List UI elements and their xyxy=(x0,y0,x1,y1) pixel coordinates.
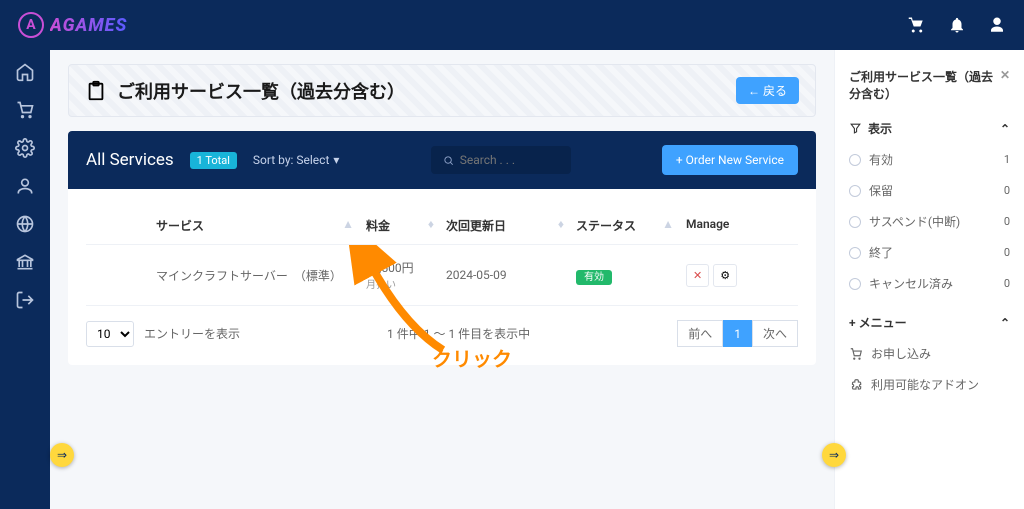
cell-status: 有効 xyxy=(576,268,686,283)
topbar: A AGAMES xyxy=(0,0,1024,50)
toolbar-title: All Services xyxy=(86,150,174,170)
filter-terminated[interactable]: 終了0 xyxy=(849,244,1010,261)
home-icon[interactable] xyxy=(15,62,35,82)
panel-title-row: ご利用サービス一覧（過去分含む） ✕ xyxy=(849,68,1010,102)
bank-icon[interactable] xyxy=(15,252,35,272)
table-header: サービス▲ 料金♦ 次回更新日♦ ステータス▲ Manage xyxy=(86,207,798,245)
globe-icon[interactable] xyxy=(15,214,35,234)
pagination: 前へ 1 次へ xyxy=(677,320,798,347)
back-button[interactable]: ← 戻る xyxy=(736,77,799,104)
brand-logo[interactable]: A AGAMES xyxy=(18,12,127,38)
table-row[interactable]: マインクラフトサーバー （標準） ¥2,500円 月払い 2024-05-09 … xyxy=(86,245,798,306)
filter-active[interactable]: 有効1 xyxy=(849,151,1010,168)
main-content: ご利用サービス一覧（過去分含む） ← 戻る All Services 1 Tot… xyxy=(50,50,834,509)
filter-icon xyxy=(849,122,862,135)
entries-select[interactable]: 10 xyxy=(86,321,134,347)
panel-title: ご利用サービス一覧（過去分含む） xyxy=(849,68,1000,102)
filter-pending[interactable]: 保留0 xyxy=(849,182,1010,199)
chevron-up-icon: ⌃ xyxy=(1000,122,1010,136)
table-info: 1 件中 1 〜 1 件目を表示中 xyxy=(387,325,530,342)
topbar-actions xyxy=(908,16,1006,34)
cell-manage: ✕ ⚙ xyxy=(686,264,766,287)
col-status[interactable]: ステータス▲ xyxy=(576,217,686,234)
cart-icon[interactable] xyxy=(908,16,926,34)
user-icon[interactable] xyxy=(988,16,1006,34)
search-input[interactable] xyxy=(460,153,559,167)
services-table: サービス▲ 料金♦ 次回更新日♦ ステータス▲ Manage マインクラフトサー… xyxy=(68,189,816,365)
services-toolbar: All Services 1 Total Sort by: Select ▾ +… xyxy=(68,131,816,189)
page-1-button[interactable]: 1 xyxy=(723,320,752,347)
fab-left[interactable]: ⇒ xyxy=(50,443,74,467)
total-badge: 1 Total xyxy=(190,152,237,169)
cart-nav-icon[interactable] xyxy=(15,100,35,120)
entries-label: エントリーを表示 xyxy=(144,325,240,342)
logo-icon: A xyxy=(18,12,44,38)
table-footer: 10 エントリーを表示 1 件中 1 〜 1 件目を表示中 前へ 1 次へ xyxy=(86,320,798,347)
col-service[interactable]: サービス▲ xyxy=(86,217,366,234)
cell-date: 2024-05-09 xyxy=(446,268,576,282)
filter-cancelled[interactable]: キャンセル済み0 xyxy=(849,275,1010,292)
panel-close-icon[interactable]: ✕ xyxy=(1000,68,1010,82)
filter-suspended[interactable]: サスペンド(中断)0 xyxy=(849,213,1010,230)
display-section-header[interactable]: 表示 ⌃ xyxy=(849,120,1010,137)
settings-service-button[interactable]: ⚙ xyxy=(713,264,737,287)
menu-section-header[interactable]: + メニュー ⌃ xyxy=(849,314,1010,331)
next-page-button[interactable]: 次へ xyxy=(752,320,798,347)
cell-service: マインクラフトサーバー （標準） xyxy=(86,267,366,284)
person-nav-icon[interactable] xyxy=(15,176,35,196)
logout-icon[interactable] xyxy=(15,290,35,310)
page-header: ご利用サービス一覧（過去分含む） ← 戻る xyxy=(68,64,816,117)
sort-by-label: Sort by: Select xyxy=(253,153,329,167)
sort-by-dropdown[interactable]: Sort by: Select ▾ xyxy=(253,153,339,167)
fab-right[interactable]: ⇒ xyxy=(822,443,846,467)
search-icon xyxy=(443,154,454,167)
gears-icon[interactable] xyxy=(15,138,35,158)
clipboard-icon xyxy=(85,80,107,102)
puzzle-icon xyxy=(849,378,863,392)
col-date[interactable]: 次回更新日♦ xyxy=(446,217,576,234)
side-nav xyxy=(0,50,50,509)
col-price[interactable]: 料金♦ xyxy=(366,217,446,234)
chevron-up-icon: ⌃ xyxy=(1000,316,1010,330)
right-panel: ご利用サービス一覧（過去分含む） ✕ 表示 ⌃ 有効1 保留0 サスペンド(中断… xyxy=(834,50,1024,509)
col-manage: Manage xyxy=(686,217,766,234)
bell-icon[interactable] xyxy=(948,16,966,34)
cell-price: ¥2,500円 月払い xyxy=(366,259,446,291)
order-new-service-button[interactable]: + Order New Service xyxy=(662,145,798,175)
brand-name: AGAMES xyxy=(50,15,127,36)
cart-small-icon xyxy=(849,347,863,361)
cancel-service-button[interactable]: ✕ xyxy=(686,264,709,287)
prev-page-button[interactable]: 前へ xyxy=(677,320,723,347)
menu-order[interactable]: お申し込み xyxy=(849,345,1010,362)
page-title: ご利用サービス一覧（過去分含む） xyxy=(117,78,405,104)
menu-addons[interactable]: 利用可能なアドオン xyxy=(849,376,1010,393)
search-box[interactable] xyxy=(431,146,571,174)
